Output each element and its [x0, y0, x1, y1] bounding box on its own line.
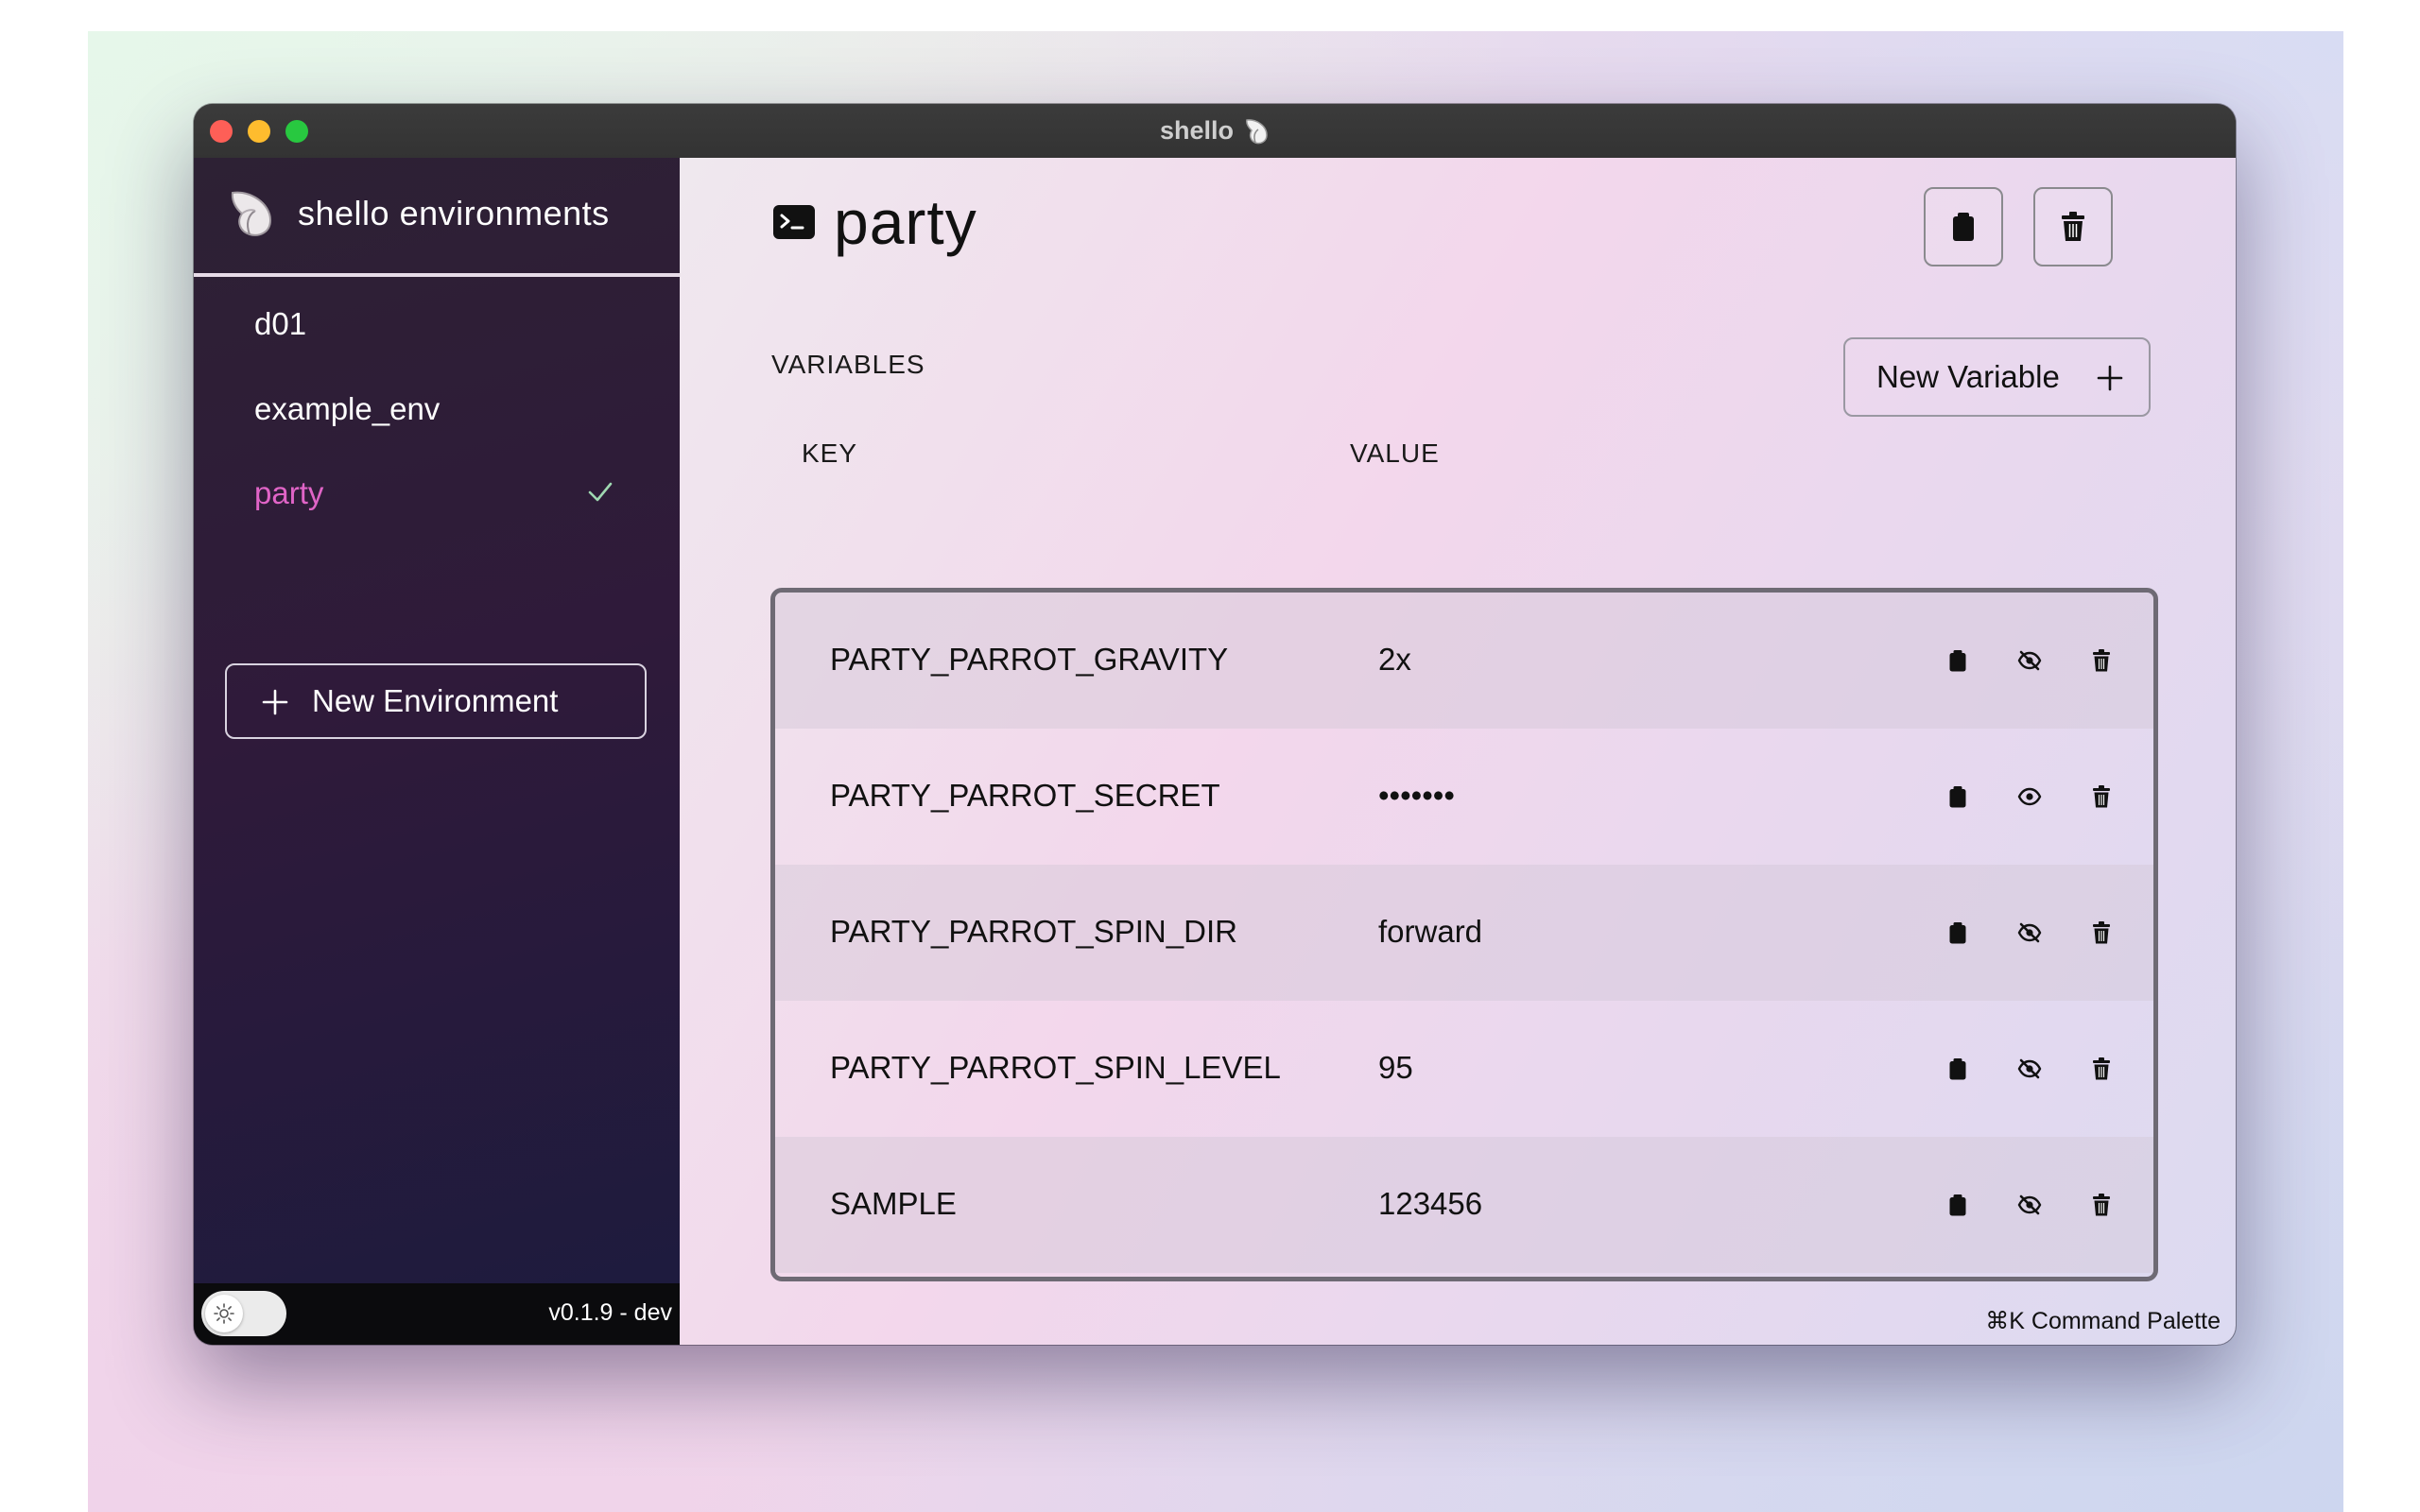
environment-label: example_env [254, 391, 441, 426]
delete-variable-button[interactable] [2087, 782, 2116, 811]
hide-value-button[interactable] [2015, 646, 2044, 675]
theme-toggle[interactable] [201, 1291, 286, 1336]
variables-table: PARTY_PARROT_GRAVITY 2x PARTY_PARROT_SEC… [770, 588, 2158, 1281]
new-variable-label: New Variable [1876, 359, 2060, 394]
main-panel: party VARIABLES New Variable KEY VALUE P… [680, 158, 2236, 1345]
delete-variable-button[interactable] [2087, 1191, 2116, 1219]
sidebar-item-party[interactable]: party [194, 455, 680, 531]
delete-variable-button[interactable] [2087, 1055, 2116, 1083]
shell-icon [1246, 118, 1268, 144]
version-label: v0.1.9 - dev [548, 1299, 672, 1326]
environment-label: d01 [254, 306, 307, 341]
eye-icon [2017, 787, 2042, 806]
title-bar: shello [194, 104, 2236, 159]
page-title: party [834, 187, 977, 257]
command-palette-hint: ⌘K Command Palette [1985, 1308, 2221, 1334]
new-environment-label: New Environment [312, 683, 559, 718]
trash-icon [2062, 212, 2084, 241]
sidebar-item-d01[interactable]: d01 [194, 286, 680, 362]
new-environment-button[interactable]: New Environment [225, 663, 647, 739]
column-header-key: KEY [802, 438, 858, 468]
eye-slash-icon [2017, 1194, 2042, 1215]
shell-logo-icon [231, 191, 272, 236]
eye-slash-icon [2017, 922, 2042, 943]
variables-section-label: VARIABLES [771, 350, 925, 379]
window-title-text: shello [1159, 116, 1235, 145]
copy-variable-button[interactable] [1944, 1055, 1972, 1083]
table-row: SAMPLE 123456 [775, 1137, 2153, 1273]
show-value-button[interactable] [2015, 782, 2044, 811]
checkmark-icon [588, 482, 613, 502]
trash-icon [2093, 785, 2110, 808]
delete-environment-button[interactable] [2033, 187, 2113, 266]
variable-value: ••••••• [1378, 778, 1455, 813]
hide-value-button[interactable] [2015, 1055, 2044, 1083]
variable-value: forward [1378, 914, 1483, 949]
copy-environment-button[interactable] [1924, 187, 2003, 266]
variable-key: PARTY_PARROT_GRAVITY [830, 642, 1229, 677]
variable-value: 2x [1378, 642, 1411, 677]
copy-variable-button[interactable] [1944, 919, 1972, 947]
sidebar-header: shello environments [194, 158, 680, 277]
sun-icon [214, 1303, 234, 1324]
variable-key: PARTY_PARROT_SECRET [830, 778, 1220, 813]
clipboard-icon [1949, 1058, 1966, 1080]
trash-icon [2093, 1194, 2110, 1216]
column-header-value: VALUE [1350, 438, 1440, 468]
hide-value-button[interactable] [2015, 919, 2044, 947]
table-row: PARTY_PARROT_GRAVITY 2x [775, 593, 2153, 729]
clipboard-icon [1949, 922, 1966, 944]
page-header: party [771, 186, 977, 258]
table-row: PARTY_PARROT_SPIN_LEVEL 95 [775, 1001, 2153, 1137]
eye-slash-icon [2017, 650, 2042, 671]
copy-variable-button[interactable] [1944, 1191, 1972, 1219]
variable-key: PARTY_PARROT_SPIN_DIR [830, 914, 1237, 949]
table-row: PARTY_PARROT_SPIN_DIR forward [775, 865, 2153, 1001]
clipboard-icon [1949, 650, 1966, 672]
new-variable-button[interactable]: New Variable [1843, 337, 2151, 417]
plus-icon [2097, 365, 2123, 391]
clipboard-icon [1949, 786, 1966, 808]
trash-icon [2093, 1057, 2110, 1080]
window-title: shello [194, 104, 2236, 158]
copy-variable-button[interactable] [1944, 782, 1972, 811]
variable-key: SAMPLE [830, 1186, 957, 1221]
variable-value: 95 [1378, 1050, 1413, 1085]
eye-slash-icon [2017, 1058, 2042, 1079]
clipboard-icon [1953, 213, 1974, 241]
terminal-icon [773, 205, 815, 239]
theme-toggle-knob [205, 1295, 243, 1332]
app-window: shello shello environments d01 example_e… [194, 104, 2236, 1345]
hide-value-button[interactable] [2015, 1191, 2044, 1219]
trash-icon [2093, 921, 2110, 944]
environment-label: party [254, 475, 324, 510]
delete-variable-button[interactable] [2087, 919, 2116, 947]
copy-variable-button[interactable] [1944, 646, 1972, 675]
delete-variable-button[interactable] [2087, 646, 2116, 675]
variable-value: 123456 [1378, 1186, 1483, 1221]
variable-key: PARTY_PARROT_SPIN_LEVEL [830, 1050, 1281, 1085]
plus-icon [262, 689, 288, 715]
sidebar-item-example-env[interactable]: example_env [194, 371, 680, 447]
clipboard-icon [1949, 1194, 1966, 1216]
sidebar: shello environments d01 example_env part… [194, 158, 680, 1345]
sidebar-footer: v0.1.9 - dev [194, 1283, 680, 1345]
table-row: PARTY_PARROT_SECRET ••••••• [775, 729, 2153, 865]
trash-icon [2093, 649, 2110, 672]
sidebar-title: shello environments [298, 194, 610, 232]
